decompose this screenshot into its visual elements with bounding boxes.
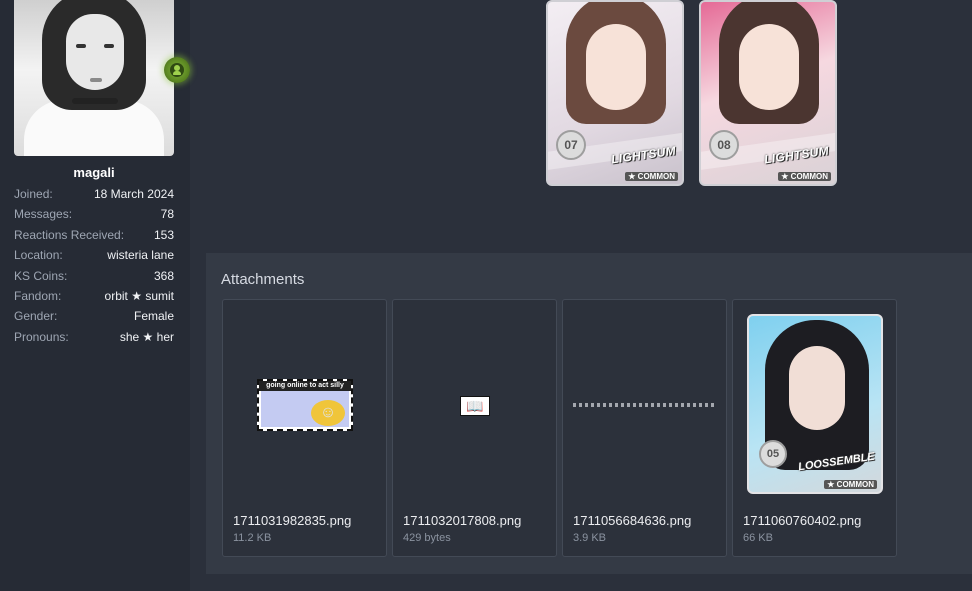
- user-info-panel: magali Joined: 18 March 2024 Messages: 7…: [0, 0, 190, 591]
- stat-value[interactable]: 78: [161, 204, 174, 224]
- stat-value: Female: [133, 309, 174, 324]
- stat-value: 153: [153, 227, 174, 242]
- stat-coins: KS Coins: 368: [14, 266, 174, 286]
- avatar-eye: [76, 44, 86, 48]
- user-avatar[interactable]: [14, 0, 174, 156]
- smiley-face-icon: ☺: [311, 400, 345, 426]
- stat-fandom: Fandom: orbit ★ sumit: [14, 286, 174, 306]
- card-portrait-face: [789, 346, 845, 430]
- card-portrait-face: [739, 24, 799, 110]
- attachment-item[interactable]: 📖 1711032017808.png 429 bytes: [392, 299, 557, 557]
- post-image-card[interactable]: 08 LIGHTSUM ★ COMMON: [699, 0, 837, 186]
- stat-value: 18 March 2024: [93, 187, 174, 201]
- stat-label: Pronouns:: [14, 329, 69, 344]
- card-number-badge: 07: [556, 130, 586, 160]
- attachment-item[interactable]: 1711056684636.png 3.9 KB: [562, 299, 727, 557]
- open-book-icon: 📖: [460, 396, 490, 416]
- avatar-mouth: [90, 78, 102, 82]
- avatar-eye: [104, 44, 114, 48]
- attachments-section: Attachments going online to act silly ☺ …: [206, 253, 972, 574]
- user-silhouette-icon: [170, 63, 184, 77]
- stat-location: Location: wisteria lane: [14, 245, 174, 265]
- card-portrait-face: [586, 24, 646, 110]
- attachment-filename[interactable]: 1711056684636.png: [573, 513, 691, 528]
- stamp-caption: going online to act silly: [259, 381, 351, 391]
- card-rarity-label: ★ COMMON: [625, 172, 678, 181]
- stat-label: Location:: [14, 248, 63, 263]
- card-rarity-label: ★ COMMON: [778, 172, 831, 181]
- user-stats: Joined: 18 March 2024 Messages: 78 React…: [14, 184, 174, 347]
- divider-image: [573, 403, 717, 407]
- attachment-filesize: 11.2 KB: [233, 532, 272, 544]
- attachment-thumbnail[interactable]: 05 LOOSSEMBLE ★ COMMON: [733, 300, 896, 510]
- card-number-badge: 08: [709, 130, 739, 160]
- stamp-image: going online to act silly ☺: [257, 379, 353, 431]
- stat-reactions: Reactions Received: 153: [14, 225, 174, 245]
- stat-value: she ★ her: [119, 329, 174, 344]
- stat-value[interactable]: wisteria lane: [107, 245, 174, 265]
- username[interactable]: magali: [14, 165, 174, 180]
- stat-joined: Joined: 18 March 2024: [14, 184, 174, 204]
- stat-value: 368: [153, 268, 174, 283]
- attachment-item[interactable]: going online to act silly ☺ 171103198283…: [222, 299, 387, 557]
- attachment-item[interactable]: 05 LOOSSEMBLE ★ COMMON 1711060760402.png…: [732, 299, 897, 557]
- online-status-icon: [164, 57, 190, 83]
- post-image-card[interactable]: 07 LIGHTSUM ★ COMMON: [546, 0, 684, 186]
- stat-pronouns: Pronouns: she ★ her: [14, 327, 174, 347]
- attachment-filename[interactable]: 1711060760402.png: [743, 513, 861, 528]
- attachment-filesize: 66 KB: [743, 532, 773, 544]
- stat-gender: Gender: Female: [14, 306, 174, 326]
- stat-messages: Messages: 78: [14, 204, 174, 224]
- card-number-badge: 05: [759, 440, 787, 468]
- attachment-filename[interactable]: 1711032017808.png: [403, 513, 521, 528]
- attachment-thumbnail[interactable]: 📖: [393, 300, 556, 510]
- stat-label: Messages:: [14, 207, 73, 222]
- attachment-filename[interactable]: 1711031982835.png: [233, 513, 351, 528]
- attachment-thumbnail[interactable]: [563, 300, 726, 510]
- attachment-thumbnail[interactable]: going online to act silly ☺: [223, 300, 386, 510]
- stat-label: Fandom:: [14, 288, 62, 303]
- stat-label: Joined:: [14, 187, 53, 201]
- avatar-choker: [72, 98, 118, 104]
- photocard-image: 05 LOOSSEMBLE ★ COMMON: [747, 314, 883, 494]
- stat-label: Gender:: [14, 309, 58, 324]
- attachment-filesize: 429 bytes: [403, 532, 451, 544]
- stat-value: orbit ★ sumit: [104, 288, 174, 303]
- card-rarity-label: ★ COMMON: [824, 480, 877, 489]
- attachments-title: Attachments: [221, 271, 305, 288]
- stat-label: Reactions Received:: [14, 227, 125, 242]
- stat-label: KS Coins:: [14, 268, 68, 283]
- attachment-filesize: 3.9 KB: [573, 532, 607, 544]
